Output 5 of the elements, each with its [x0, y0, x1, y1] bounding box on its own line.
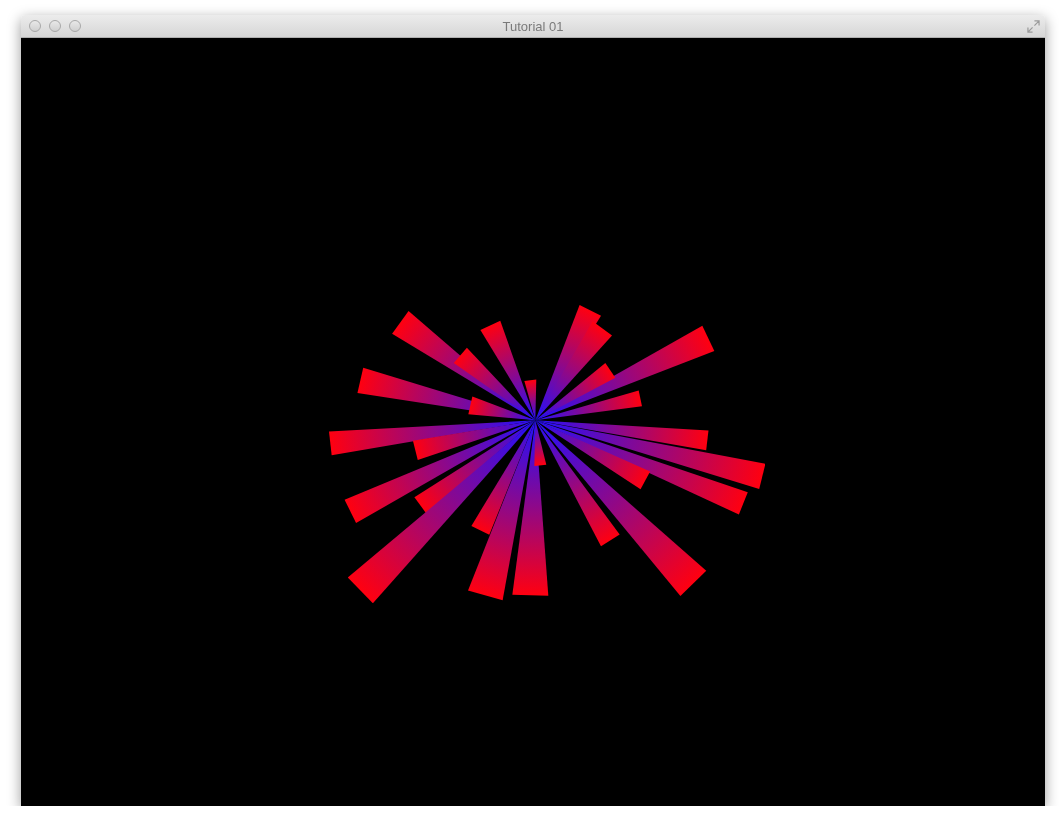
zoom-button[interactable] [69, 20, 81, 32]
window-title: Tutorial 01 [502, 18, 564, 34]
close-button[interactable] [29, 20, 41, 32]
fullscreen-icon[interactable] [1027, 19, 1040, 33]
minimize-button[interactable] [49, 20, 61, 32]
